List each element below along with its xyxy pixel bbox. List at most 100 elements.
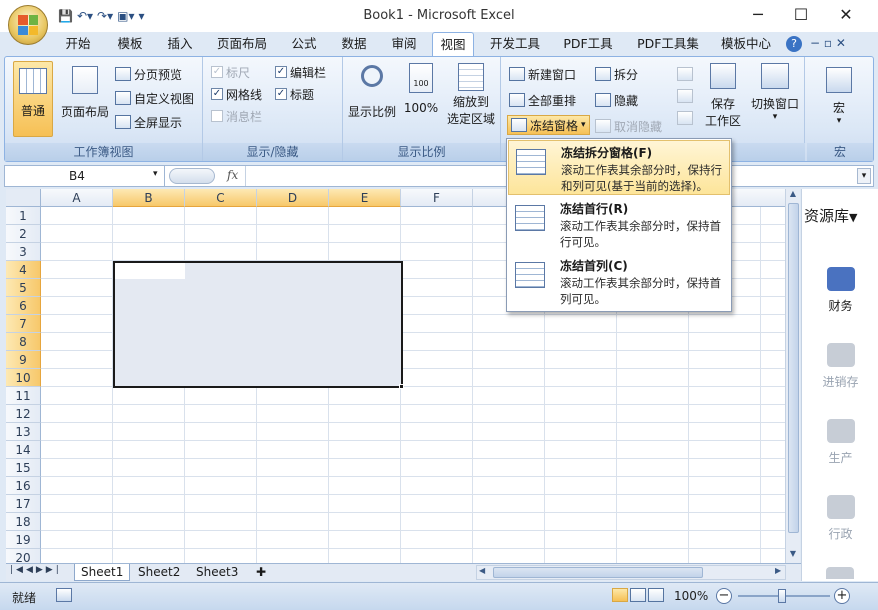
name-box[interactable]: B4 ▾	[5, 166, 165, 186]
row-header[interactable]: 17	[6, 495, 41, 513]
close-button[interactable]: ✕	[826, 4, 866, 26]
horizontal-scroll-thumb[interactable]	[493, 567, 703, 578]
menu-item-freeze-top-row[interactable]: 冻结首行(R) 滚动工作表其余部分时，保持首行可见。	[508, 197, 730, 252]
full-screen-button[interactable]: 全屏显示	[115, 113, 182, 131]
chevron-down-icon[interactable]: ▾	[153, 169, 158, 179]
row-header[interactable]: 11	[6, 387, 41, 405]
tab-page-layout[interactable]: 页面布局	[210, 32, 274, 56]
normal-view-status-icon[interactable]	[612, 588, 628, 602]
column-header[interactable]: E	[329, 189, 401, 207]
row-header[interactable]: 15	[6, 459, 41, 477]
menu-item-freeze-first-column[interactable]: 冻结首列(C) 滚动工作表其余部分时，保持首列可见。	[508, 254, 730, 309]
minimize-button[interactable]: ─	[738, 4, 778, 26]
row-header[interactable]: 9	[6, 351, 41, 369]
row-header[interactable]: 14	[6, 441, 41, 459]
row-header[interactable]: 6	[6, 297, 41, 315]
horizontal-scrollbar[interactable]: ◀ ▶	[476, 565, 786, 580]
arrange-all-button[interactable]: 全部重排	[509, 91, 576, 109]
zoom-out-icon[interactable]: −	[716, 588, 732, 604]
macros-button[interactable]: 宏 ▾	[819, 61, 859, 137]
row-header[interactable]: 10	[6, 369, 41, 387]
office-button[interactable]	[8, 5, 48, 45]
tab-review[interactable]: 审阅	[384, 32, 424, 56]
row-header[interactable]: 8	[6, 333, 41, 351]
insert-function-icon[interactable]: fx	[227, 168, 238, 182]
row-header[interactable]: 18	[6, 513, 41, 531]
vertical-scrollbar[interactable]: ▲ ▼	[785, 189, 800, 563]
zoom-slider-thumb[interactable]	[778, 589, 786, 603]
side-item-finance[interactable]: 财务	[802, 267, 878, 314]
ribbon-minimize-icon[interactable]: − ▫ ✕	[810, 36, 846, 50]
column-header[interactable]: D	[257, 189, 329, 207]
menu-item-freeze-panes[interactable]: 冻结拆分窗格(F) 滚动工作表其余部分时，保持行和列可见(基于当前的选择)。	[508, 140, 730, 195]
zoom-to-selection-button[interactable]: 缩放到 选定区域	[445, 61, 497, 137]
new-window-button[interactable]: 新建窗口	[509, 65, 576, 83]
column-header[interactable]: C	[185, 189, 257, 207]
row-header[interactable]: 2	[6, 225, 41, 243]
tab-developer[interactable]: 开发工具	[484, 32, 546, 56]
page-layout-status-icon[interactable]	[630, 588, 646, 602]
select-all-corner[interactable]	[6, 189, 41, 207]
reset-position-icon[interactable]	[677, 111, 693, 125]
scroll-left-icon[interactable]: ◀	[479, 566, 485, 575]
hide-button[interactable]: 隐藏	[595, 91, 638, 109]
macro-record-icon[interactable]	[56, 588, 72, 602]
row-header[interactable]: 7	[6, 315, 41, 333]
sheet-tab-1[interactable]: Sheet1	[74, 564, 131, 581]
tab-pdf-toolset[interactable]: PDF工具集	[630, 32, 706, 56]
tab-formulas[interactable]: 公式	[284, 32, 324, 56]
gridlines-checkbox[interactable]: ✓ 网格线	[211, 85, 262, 103]
column-header[interactable]: B	[113, 189, 185, 207]
scroll-up-icon[interactable]: ▲	[787, 189, 799, 199]
save-workspace-button[interactable]: 保存 工作区	[701, 61, 745, 137]
tab-templates[interactable]: 模板	[110, 32, 150, 56]
custom-views-button[interactable]: 自定义视图	[115, 89, 194, 107]
zoom-in-icon[interactable]: +	[834, 588, 850, 604]
vertical-scroll-thumb[interactable]	[788, 203, 799, 533]
row-header[interactable]: 5	[6, 279, 41, 297]
row-header[interactable]: 3	[6, 243, 41, 261]
side-item-inventory[interactable]: 进销存	[802, 343, 878, 390]
page-layout-view-button[interactable]: 页面布局	[59, 61, 111, 137]
row-header[interactable]: 16	[6, 477, 41, 495]
expand-formula-bar-icon[interactable]: ▾	[857, 168, 871, 184]
side-item-admin[interactable]: 行政	[802, 495, 878, 542]
tab-pdf-tools[interactable]: PDF工具	[556, 32, 620, 56]
formula-bar-splitter[interactable]	[169, 168, 215, 184]
fill-handle[interactable]	[399, 384, 404, 389]
row-header[interactable]: 4	[6, 261, 41, 279]
tab-template-center[interactable]: 模板中心	[716, 32, 776, 56]
sync-scroll-icon[interactable]	[677, 89, 693, 103]
side-item-production[interactable]: 生产	[802, 419, 878, 466]
page-break-preview-button[interactable]: 分页预览	[115, 65, 182, 83]
normal-view-button[interactable]: 普通	[13, 61, 53, 137]
page-break-status-icon[interactable]	[648, 588, 664, 602]
tab-home[interactable]: 开始	[58, 32, 98, 56]
formula-bar-checkbox[interactable]: ✓ 编辑栏	[275, 63, 326, 81]
row-header[interactable]: 19	[6, 531, 41, 549]
message-bar-checkbox[interactable]: 消息栏	[211, 107, 262, 125]
headings-checkbox[interactable]: ✓ 标题	[275, 85, 314, 103]
sheet-nav-arrows-icon[interactable]: |◀◀▶▶|	[10, 565, 62, 575]
insert-sheet-icon[interactable]: ✚	[250, 564, 272, 581]
scroll-right-icon[interactable]: ▶	[775, 566, 781, 575]
zoom-button[interactable]: 显示比例	[347, 61, 397, 137]
column-header[interactable]: F	[401, 189, 473, 207]
help-icon[interactable]: ?	[786, 36, 802, 52]
scroll-down-icon[interactable]: ▼	[787, 549, 799, 559]
switch-windows-button[interactable]: 切换窗口 ▾	[747, 61, 803, 137]
tab-data[interactable]: 数据	[334, 32, 374, 56]
row-header[interactable]: 1	[6, 207, 41, 225]
resource-panel-title[interactable]: 资源库▼	[804, 205, 857, 226]
view-side-by-side-icon[interactable]	[677, 67, 693, 81]
tab-insert[interactable]: 插入	[160, 32, 200, 56]
sheet-tab-3[interactable]: Sheet3	[190, 564, 244, 581]
maximize-button[interactable]: ☐	[781, 4, 821, 26]
unhide-button[interactable]: 取消隐藏	[595, 117, 662, 135]
zoom-100-button[interactable]: 100 100%	[401, 61, 441, 137]
tab-view[interactable]: 视图	[432, 32, 474, 56]
freeze-panes-button[interactable]: 冻结窗格 ▾	[507, 115, 590, 135]
sheet-tab-2[interactable]: Sheet2	[132, 564, 186, 581]
row-header[interactable]: 13	[6, 423, 41, 441]
row-header[interactable]: 12	[6, 405, 41, 423]
